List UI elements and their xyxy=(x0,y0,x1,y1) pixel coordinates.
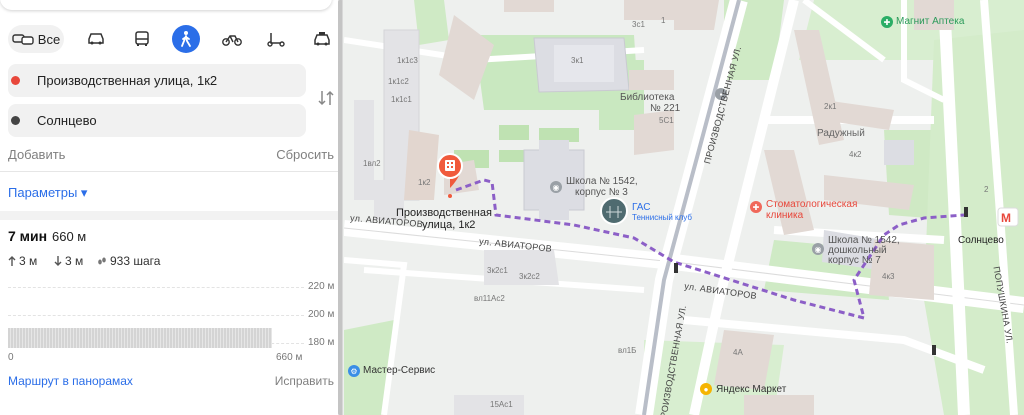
building-label: 1к1с3 xyxy=(397,56,418,65)
building-label: 5С1 xyxy=(659,116,674,125)
magnit-label: Магнит Аптека xyxy=(896,16,965,27)
clinic-icon[interactable]: ✚ xyxy=(750,201,762,213)
footsteps-icon xyxy=(98,257,106,265)
car-service-icon[interactable]: ⚙ xyxy=(348,365,360,377)
pedestrian-icon xyxy=(181,31,191,47)
grid-line xyxy=(8,287,304,288)
school-icon[interactable]: ◉ xyxy=(812,243,824,255)
route-to-text: Солнцево xyxy=(37,113,97,128)
elevation-label-top: 220 м xyxy=(308,281,335,292)
clinic-label-1: Стоматологическая xyxy=(766,199,858,210)
arrow-down-icon xyxy=(54,256,62,266)
elevation-profile: 220 м 200 м 180 м 0 660 м xyxy=(8,280,338,365)
route-actions: Добавить Сбросить xyxy=(8,147,334,165)
metro-label: Солнцево xyxy=(958,235,1004,246)
top-card[interactable] xyxy=(0,0,332,10)
elevation-label-mid: 200 м xyxy=(308,309,335,320)
elevation-area xyxy=(8,328,272,348)
scooter-mode-button[interactable] xyxy=(262,25,290,53)
descent-stat: 3 м xyxy=(54,254,83,268)
elevation-axis-start: 0 xyxy=(8,352,14,363)
building-label: 1к1с2 xyxy=(388,77,409,86)
route-to-field[interactable]: Солнцево xyxy=(8,104,306,137)
building-label: 2к1 xyxy=(824,102,837,111)
ascent-stat: 3 м xyxy=(8,254,37,268)
building-label: 1вл2 xyxy=(363,159,381,168)
clinic-label-2: клиника xyxy=(766,210,804,221)
panorama-route-link[interactable]: Маршрут в панорамах xyxy=(8,374,133,388)
parameters-button[interactable]: Параметры ▾ xyxy=(8,185,87,201)
divider xyxy=(0,171,342,172)
building-label: 4к3 xyxy=(882,272,895,281)
end-point-dot xyxy=(11,116,20,125)
building-label: 15Ас1 xyxy=(490,400,513,409)
bike-mode-button[interactable] xyxy=(218,25,246,53)
swap-icon[interactable] xyxy=(316,88,336,108)
arrow-up-icon xyxy=(8,256,16,266)
walk-mode-button[interactable] xyxy=(172,25,200,53)
car-icon xyxy=(88,33,104,45)
building-label: 3к1 xyxy=(571,56,584,65)
preschool-label-3: корпус № 7 xyxy=(828,255,881,266)
building-label: 3с1 xyxy=(632,20,645,29)
svg-text:M: M xyxy=(1001,211,1011,225)
all-modes-button[interactable]: Все xyxy=(8,25,64,53)
elevation-axis-end: 660 м xyxy=(276,352,303,363)
pharmacy-icon[interactable]: ✚ xyxy=(881,16,893,28)
building-label: 3к2с1 xyxy=(487,266,508,275)
building-label: 4к2 xyxy=(849,150,862,159)
panel-footer: Маршрут в панорамах Исправить xyxy=(8,374,334,390)
building-label: 3к2с2 xyxy=(519,272,540,281)
ascent-value: 3 м xyxy=(19,254,38,268)
library-label-1: Библиотека xyxy=(620,92,675,103)
fix-route-link[interactable]: Исправить xyxy=(275,374,334,388)
building-label: 2 xyxy=(984,185,989,194)
building-label: 1 xyxy=(661,16,666,25)
section-gap xyxy=(0,211,342,220)
car-mode-button[interactable] xyxy=(82,25,110,53)
master-service-label: Мастер-Сервис xyxy=(363,365,436,376)
school-icon[interactable]: ◉ xyxy=(550,181,562,193)
steps-stat: 933 шага xyxy=(97,254,160,268)
bus-mode-button[interactable] xyxy=(128,25,156,53)
school-label-1: Школа № 1542, xyxy=(566,176,638,187)
scooter-icon xyxy=(267,33,285,47)
bicycle-icon xyxy=(222,35,242,46)
route-time: 7 мин xyxy=(8,228,48,244)
route-distance: 660 м xyxy=(52,229,87,244)
grid-line xyxy=(8,315,304,316)
route-panel: Все Производственная улица, 1к2 Солнцево… xyxy=(0,0,343,415)
all-modes-label: Все xyxy=(37,31,61,47)
building-label: 1к2 xyxy=(418,178,431,187)
reset-button[interactable]: Сбросить xyxy=(276,147,334,162)
transport-modes: Все xyxy=(8,25,338,55)
library-label-2: № 221 xyxy=(650,103,681,114)
building-label: 4А xyxy=(733,348,743,357)
raduzhny-label: Радужный xyxy=(817,128,865,139)
start-point-dot xyxy=(11,76,20,85)
taxi-icon xyxy=(314,32,330,46)
market-icon[interactable]: ● xyxy=(700,383,712,395)
taxi-mode-button[interactable] xyxy=(308,25,336,53)
bus-icon xyxy=(135,31,149,46)
building-label: 1к1с1 xyxy=(391,95,412,104)
route-from-text: Производственная улица, 1к2 xyxy=(37,73,218,88)
school-label-2: корпус № 3 xyxy=(575,187,628,198)
descent-value: 3 м xyxy=(65,254,84,268)
scrollbar-thumb[interactable] xyxy=(338,0,342,415)
map-view[interactable]: M ✚ ✚ ◉ ◉ ⚙ ● ▪ Производственная улица, … xyxy=(344,0,1024,415)
building-label: вл1Б xyxy=(618,346,637,355)
route-from-field[interactable]: Производственная улица, 1к2 xyxy=(8,64,306,97)
steps-value: 933 шага xyxy=(110,254,161,268)
building-label: вл11Ас2 xyxy=(474,294,505,303)
gas-label: ГАС xyxy=(632,202,651,213)
tennis-label: Теннисный клуб xyxy=(632,213,692,222)
yandex-market-label: Яндекс Маркет xyxy=(716,384,787,395)
pin-label-2: улица, 1к2 xyxy=(422,219,476,231)
car-bus-icon xyxy=(12,34,34,45)
elevation-label-bottom: 180 м xyxy=(308,337,335,348)
add-point-button[interactable]: Добавить xyxy=(8,147,65,162)
